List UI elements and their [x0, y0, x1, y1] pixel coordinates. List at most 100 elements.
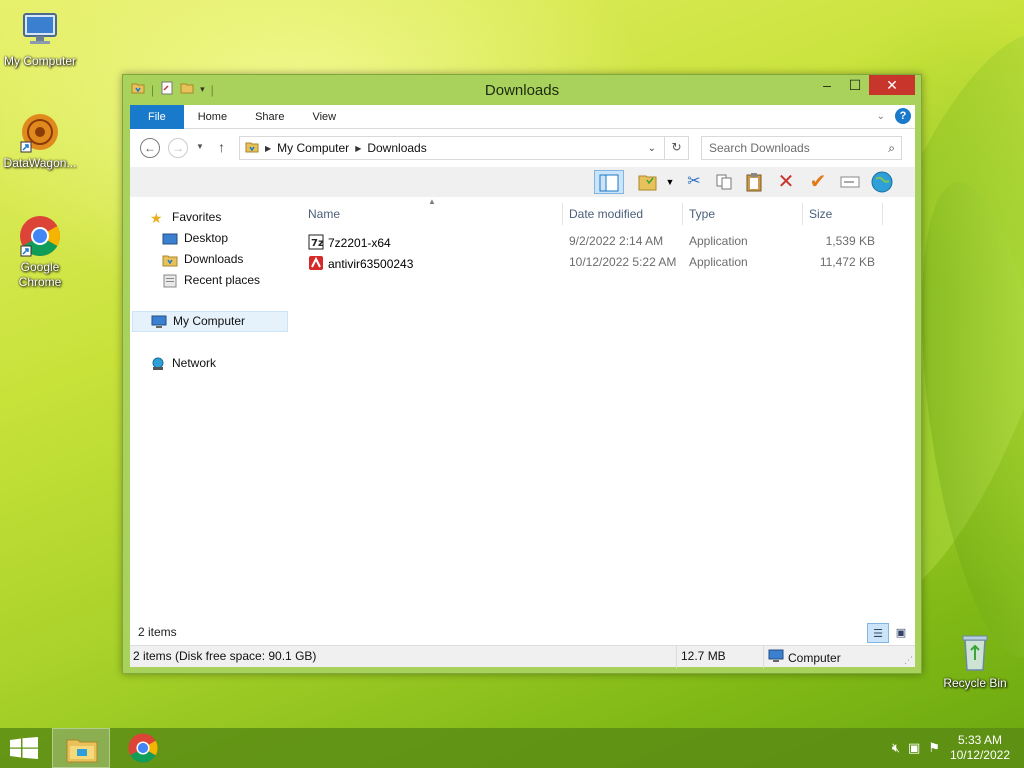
chrome-icon [18, 214, 62, 258]
up-button[interactable]: ↑ [218, 139, 225, 155]
nav-favorites[interactable]: ★ Favorites [150, 207, 221, 228]
system-tray: 🔇︎ ▣ ⚑ [892, 740, 940, 756]
action-center-icon[interactable]: ⚑ [928, 740, 940, 756]
file-type: Application [689, 255, 748, 269]
paste-icon[interactable] [742, 170, 766, 194]
windows-logo-icon [10, 737, 38, 759]
tab-view[interactable]: View [298, 105, 350, 129]
column-separator[interactable] [802, 203, 803, 225]
nav-network[interactable]: Network [150, 353, 216, 374]
breadcrumb-separator: ▶ [265, 143, 272, 153]
command-toolbar: ▼ ✂ ✕ ✔ [130, 167, 915, 197]
close-button[interactable]: ✕ [869, 75, 915, 95]
nav-my-computer[interactable]: My Computer [132, 311, 288, 332]
clock-time: 5:33 AM [957, 733, 1002, 747]
minimize-button[interactable]: – [813, 75, 841, 95]
computer-icon [18, 8, 62, 52]
taskbar-file-explorer[interactable] [52, 728, 110, 768]
status-size: 12.7 MB [681, 649, 726, 663]
file-date: 9/2/2022 2:14 AM [569, 234, 664, 248]
computer-icon [768, 649, 784, 666]
nav-downloads[interactable]: Downloads [162, 249, 243, 270]
title-bar[interactable]: | ▾ | Downloads – ☐ ✕ [123, 75, 921, 105]
sort-ascending-icon: ▲ [428, 197, 436, 206]
status-bar: 2 items (Disk free space: 90.1 GB) 12.7 … [130, 645, 915, 668]
refresh-button[interactable]: ↻ [664, 136, 688, 160]
file-type: Application [689, 234, 748, 248]
window-title: Downloads [484, 82, 560, 99]
copy-icon[interactable] [712, 170, 736, 194]
details-view-button[interactable]: ☰ [867, 623, 889, 643]
options-dropdown-icon[interactable]: ▼ [658, 170, 682, 194]
breadcrumb-downloads[interactable]: Downloads [367, 141, 426, 155]
large-icons-view-button[interactable]: ▣ [890, 623, 912, 643]
volume-muted-icon[interactable]: 🔇︎ [892, 740, 900, 756]
status-items: 2 items (Disk free space: 90.1 GB) [133, 649, 317, 663]
breadcrumb-separator: ▶ [355, 143, 362, 153]
desktop-icon-recycle-bin[interactable]: Recycle Bin [935, 630, 1015, 691]
file-list: ▲ Name Date modified Type Size 7z 7z2201-… [300, 197, 915, 645]
clock[interactable]: 5:33 AM 10/12/2022 [950, 733, 1010, 763]
column-header-name[interactable]: Name [308, 203, 340, 225]
delete-icon[interactable]: ✕ [774, 170, 798, 194]
search-input[interactable]: Search Downloads ⌕ [701, 136, 902, 160]
file-row[interactable]: antivir63500243 10/12/2022 5:22 AM Appli… [300, 252, 900, 273]
status-divider [676, 646, 677, 668]
tab-home[interactable]: Home [184, 105, 241, 129]
expand-ribbon-icon[interactable]: ⌄ [877, 111, 885, 122]
address-bar[interactable]: ▶ My Computer ▶ Downloads ⌄ [239, 136, 689, 160]
nav-label: Network [172, 356, 217, 370]
file-date: 10/12/2022 5:22 AM [569, 255, 677, 269]
desktop-icon-google-chrome[interactable]: Google Chrome [0, 214, 80, 290]
recycle-bin-icon [953, 630, 997, 674]
folder-options-icon[interactable] [636, 170, 660, 194]
column-separator[interactable] [562, 203, 563, 225]
folder-icon [245, 140, 259, 157]
column-separator[interactable] [682, 203, 683, 225]
status-divider [763, 646, 764, 668]
recent-locations-icon[interactable]: ▼ [196, 142, 204, 151]
ribbon-tabs: File Home Share View ⌄ ? [130, 104, 915, 129]
column-separator[interactable] [882, 203, 883, 225]
taskbar-google-chrome[interactable] [114, 728, 172, 768]
start-button[interactable] [10, 737, 38, 759]
avira-icon [308, 255, 324, 271]
resize-grip-icon[interactable]: ⋰ [904, 655, 913, 666]
rename-check-icon[interactable]: ✔ [806, 170, 830, 194]
address-row: ← → ▼ ↑ ▶ My Computer ▶ Downloads ⌄ ↻ Se… [130, 129, 915, 167]
cut-icon[interactable]: ✂ [682, 170, 706, 194]
desktop-icon-label: Recycle Bin [943, 676, 1007, 690]
item-count-strip: 2 items ☰ ▣ [130, 621, 915, 645]
column-header-type[interactable]: Type [689, 203, 715, 225]
rename-icon[interactable] [838, 170, 862, 194]
breadcrumb-my-computer[interactable]: My Computer [277, 141, 349, 155]
address-dropdown-icon[interactable]: ⌄ [648, 143, 656, 154]
status-location: Computer [768, 649, 841, 666]
computer-icon [151, 315, 167, 329]
network-status-icon[interactable]: ▣ [908, 740, 920, 756]
file-name-cell: antivir63500243 [308, 255, 413, 271]
explorer-window[interactable]: | ▾ | Downloads – ☐ ✕ File Home Share Vi… [122, 74, 922, 674]
file-size: 1,539 KB [825, 234, 875, 248]
maximize-button[interactable]: ☐ [841, 75, 869, 95]
column-header-date-modified[interactable]: Date modified [569, 203, 643, 225]
desktop-icon-my-computer[interactable]: My Computer [0, 8, 80, 69]
globe-icon[interactable] [870, 170, 894, 194]
chrome-icon [128, 733, 158, 763]
nav-recent-places[interactable]: Recent places [162, 270, 260, 291]
back-button[interactable]: ← [140, 138, 160, 158]
tab-share[interactable]: Share [241, 105, 298, 129]
preview-pane-button[interactable] [594, 170, 624, 194]
column-header-size[interactable]: Size [809, 203, 832, 225]
main-content: ★ Favorites Desktop Downloads Recent pla… [130, 197, 915, 645]
nav-desktop[interactable]: Desktop [162, 228, 228, 249]
help-icon[interactable]: ? [895, 108, 911, 124]
clock-date: 10/12/2022 [949, 748, 1010, 762]
recent-places-icon [162, 274, 178, 288]
file-row[interactable]: 7z 7z2201-x64 9/2/2022 2:14 AM Applicatio… [300, 231, 900, 252]
desktop-icon-datawagon[interactable]: DataWagon... [0, 110, 80, 171]
network-icon [150, 357, 166, 371]
forward-button[interactable]: → [168, 138, 188, 158]
datawagon-icon [18, 110, 62, 154]
tab-file[interactable]: File [130, 104, 184, 129]
